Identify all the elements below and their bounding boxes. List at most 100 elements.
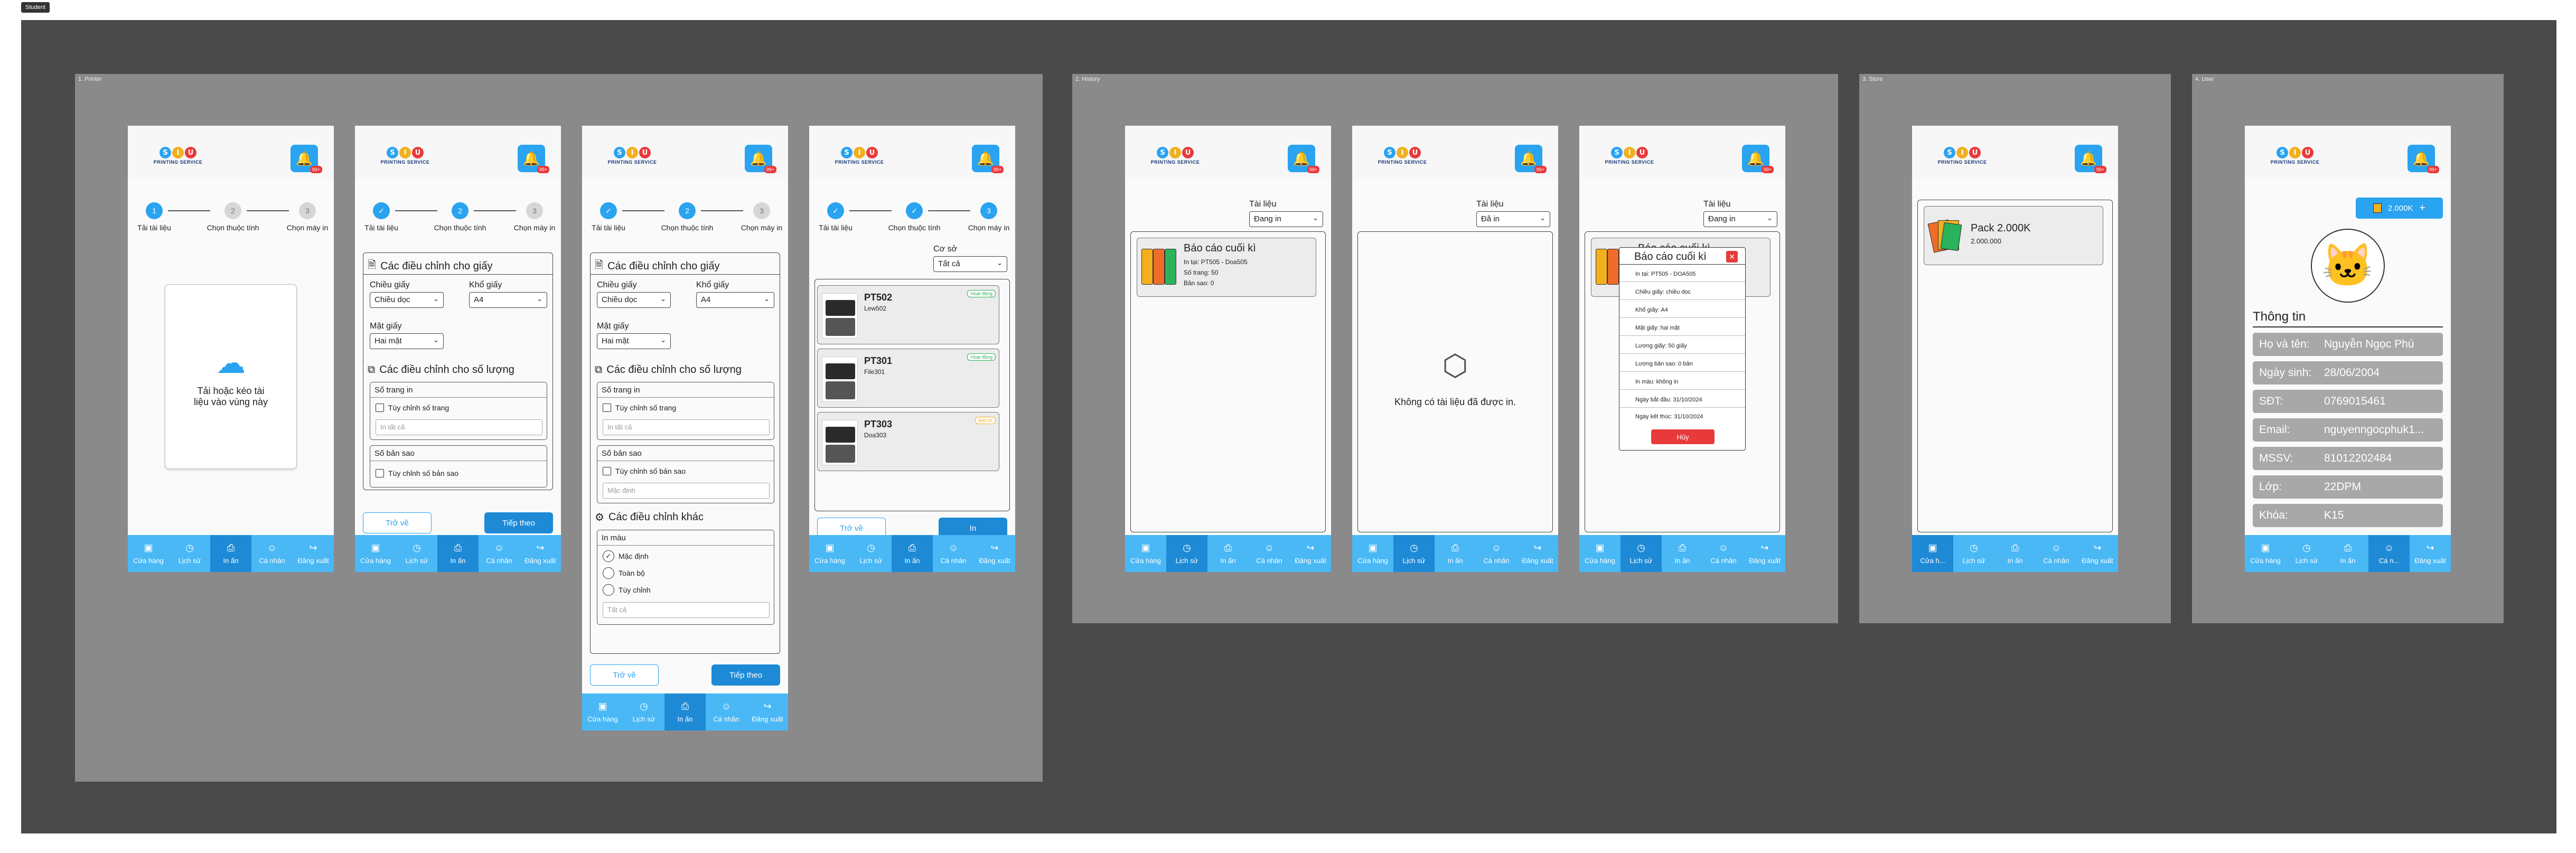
nav-history[interactable]: ◷ Lịch sử [169,535,210,572]
nav-history[interactable]: ◷ Lịch sử [850,535,892,572]
nav-print[interactable]: ⎙ In ấn [1207,535,1249,572]
user-icon: ☺ [2051,542,2062,553]
nav-logout[interactable]: ↪ Đăng xuất [974,535,1015,572]
notification-bell-icon[interactable]: 🔔 99+ [972,145,1004,173]
custom-copies-checkbox[interactable]: Tùy chỉnh số bản sao [603,467,686,475]
pack-card[interactable]: Pack 2.000K 2.000.000 [1924,206,2103,265]
nav-history[interactable]: ◷ Lịch sử [623,693,664,730]
bottom-nav: ▣ Cửa hàng ◷ Lịch sử ⎙ In ấn ☺ Cá nhân ↪ Đăng… [582,693,788,730]
back-button[interactable]: Trở về [590,664,659,686]
nav-profile[interactable]: ☺ Cá nhân [933,535,974,572]
nav-logout[interactable]: ↪ Đăng xuất [1290,535,1331,572]
nav-store[interactable]: ▣ Cửa hàng [355,535,396,572]
printer-image [822,357,858,402]
siu-logo: S I U PRINTING SERVICE [376,147,434,173]
nav-logout[interactable]: ↪ Đăng xuất [293,535,334,572]
nav-logout[interactable]: ↪ Đăng xuất [1744,535,1785,572]
app-header: S I U PRINTING SERVICE 🔔 99+ [2245,126,2451,179]
history-document-card[interactable]: Báo cáo cuối kì In tại: PT505 - Doa505 S… [1137,238,1316,297]
nav-history[interactable]: ◷ Lịch sử [1953,535,1994,572]
upload-dropzone[interactable]: ☁ Tải hoặc kéo tài liệu vào vùng này [165,284,297,469]
nav-print[interactable]: ⎙ In ấn [1662,535,1703,572]
printer-card[interactable]: PT303 Doa303 Bảo trì [817,412,999,471]
nav-print[interactable]: ⎙ In ấn [2327,535,2368,572]
nav-profile[interactable]: ☺ Cá nhân [2036,535,2077,572]
facility-select[interactable]: Tất cả ⌄ [933,256,1007,272]
copies-input[interactable]: Mặc định [603,483,770,499]
custom-pages-checkbox[interactable]: Tùy chỉnh số trang [603,404,676,412]
nav-logout[interactable]: ↪ Đăng xuất [520,535,561,572]
notification-bell-icon[interactable]: 🔔 99+ [745,145,776,173]
nav-profile[interactable]: ☺ Cá nhân [1703,535,1744,572]
color-pages-input[interactable]: Tất cả [603,602,770,618]
next-button[interactable]: Tiếp theo [484,512,553,533]
bottom-nav: ▣ Cửa hàng ◷ Lịch sử ⎙ In ấn ☺ Cá nhân ↪ Đăng… [128,535,334,572]
notification-bell-icon[interactable]: 🔔 99+ [291,145,322,173]
history-filter-select[interactable]: Đã in ⌄ [1476,211,1550,227]
empty-message: Không có tài liệu đã được in. [1394,397,1516,407]
nav-profile[interactable]: ☺ Cá nhân [1476,535,1517,572]
notification-bell-icon[interactable]: 🔔 99+ [2408,145,2439,173]
history-filter-select[interactable]: Đang in ⌄ [1703,211,1777,227]
printer-image [822,420,858,465]
paper-size-select[interactable]: A4 ⌄ [696,292,774,308]
siu-logo: S I U PRINTING SERVICE [149,147,207,173]
history-filter-select[interactable]: Đang in ⌄ [1249,211,1323,227]
nav-logout[interactable]: ↪ Đăng xuất [1517,535,1558,572]
orientation-select[interactable]: Chiều dọc ⌄ [597,292,671,308]
cancel-print-button[interactable]: Hủy [1651,429,1715,444]
logout-icon: ↪ [1533,542,1542,553]
nav-print[interactable]: ⎙ In ấn [1435,535,1476,572]
notification-bell-icon[interactable]: 🔔 99+ [1742,145,1774,173]
back-button[interactable]: Trở về [363,512,432,533]
notification-bell-icon[interactable]: 🔔 99+ [1515,145,1547,173]
nav-store[interactable]: ▣ Cửa hàng [582,693,623,730]
nav-store[interactable]: ▣ Cửa hàng [2245,535,2286,572]
nav-history[interactable]: ◷ Lịch sử [1620,535,1662,572]
color-default-radio[interactable]: ✓ Mặc định [603,550,649,562]
nav-store[interactable]: ▣ Cửa hàng [128,535,169,572]
nav-print[interactable]: ⎙ In ấn [210,535,251,572]
nav-store[interactable]: ▣ Cửa hàng [1125,535,1166,572]
nav-history[interactable]: ◷ Lịch sử [396,535,437,572]
nav-profile[interactable]: ☺ Cá nhân [479,535,520,572]
app-header: S I U PRINTING SERVICE 🔔 99+ [582,126,788,179]
custom-copies-checkbox[interactable]: Tùy chỉnh số bản sao [376,469,458,477]
nav-profile[interactable]: ☺ Cá nhân [706,693,747,730]
nav-store[interactable]: ▣ Cửa hàng [1579,535,1620,572]
printer-card[interactable]: PT301 File301 Hoạt động [817,349,999,408]
close-icon[interactable]: ✕ [1726,251,1738,263]
paper-side-select[interactable]: Hai mặt ⌄ [370,333,444,349]
nav-logout[interactable]: ↪ Đăng xuất [2077,535,2118,572]
custom-pages-checkbox[interactable]: Tùy chỉnh số trang [376,404,449,412]
paper-side-select[interactable]: Hai mặt ⌄ [597,333,671,349]
next-button[interactable]: Tiếp theo [711,664,780,686]
nav-profile[interactable]: ☺ Cá nhân [251,535,293,572]
nav-store[interactable]: ▣ Cửa hàng [809,535,850,572]
balance-button[interactable]: 2.000K + [2356,198,2443,219]
color-full-radio[interactable]: Toàn bộ [603,567,645,579]
nav-history[interactable]: ◷ Lịch sử [1166,535,1207,572]
phone-attributes-full: S I U PRINTING SERVICE 🔔 99+ ✓ 2 3 Tải tài l… [582,126,788,730]
nav-print[interactable]: ⎙ In ấn [1994,535,2036,572]
notification-bell-icon[interactable]: 🔔 99+ [518,145,549,173]
nav-print[interactable]: ⎙ In ấn [892,535,933,572]
nav-history[interactable]: ◷ Lịch sử [2286,535,2327,572]
pages-input[interactable]: In tất cả [376,419,542,435]
orientation-select[interactable]: Chiều dọc ⌄ [370,292,444,308]
color-custom-radio[interactable]: Tùy chỉnh [603,584,651,596]
nav-logout[interactable]: ↪ Đăng xuất [747,693,788,730]
nav-history[interactable]: ◷ Lịch sử [1393,535,1435,572]
notification-bell-icon[interactable]: 🔔 99+ [2075,145,2106,173]
notification-bell-icon[interactable]: 🔔 99+ [1288,145,1319,173]
printer-card[interactable]: PT502 Lew502 Hoạt động [817,285,999,344]
nav-logout[interactable]: ↪ Đăng xuất [2410,535,2451,572]
nav-print[interactable]: ⎙ In ấn [664,693,706,730]
nav-store[interactable]: ▣ Cửa hàng [1352,535,1393,572]
nav-profile[interactable]: ☺ Cá n... [2368,535,2410,572]
paper-size-select[interactable]: A4 ⌄ [469,292,547,308]
pages-input[interactable]: In tất cả [603,419,770,435]
nav-store[interactable]: ▣ Cửa h... [1912,535,1953,572]
nav-profile[interactable]: ☺ Cá nhân [1249,535,1290,572]
nav-print[interactable]: ⎙ In ấn [437,535,479,572]
